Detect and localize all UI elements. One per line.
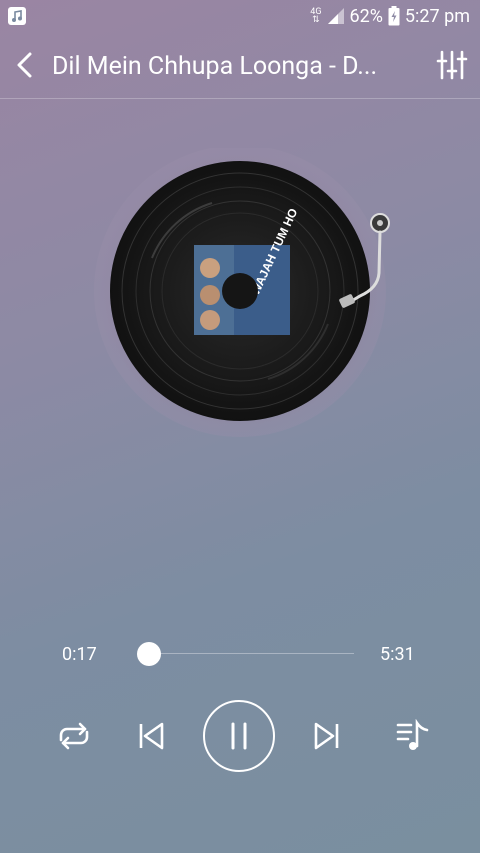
previous-icon xyxy=(139,722,164,750)
pause-button[interactable] xyxy=(203,700,275,772)
playlist-icon xyxy=(396,719,429,750)
next-icon xyxy=(314,722,339,750)
equalizer-button[interactable] xyxy=(436,49,468,81)
network-4g-icon: 4G ⇅ xyxy=(310,7,322,25)
song-title: Dil Mein Chhupa Loonga - D... xyxy=(52,52,378,81)
app-bar: Dil Mein Chhupa Loonga - D... xyxy=(0,32,480,99)
playlist-button[interactable] xyxy=(394,718,432,754)
repeat-icon xyxy=(59,722,89,750)
vinyl-disc: WAJAH TUM HO xyxy=(92,145,392,438)
pause-icon xyxy=(231,722,247,750)
repeat-button[interactable] xyxy=(54,720,94,752)
equalizer-icon xyxy=(436,50,468,80)
battery-percent: 62% xyxy=(349,5,383,27)
signal-icon xyxy=(327,8,344,24)
battery-icon xyxy=(388,6,400,26)
playback-controls xyxy=(0,700,480,772)
status-bar: 4G ⇅ 62% 5:27 pm xyxy=(0,0,480,32)
back-icon xyxy=(17,52,32,78)
progress-bar: 0:17 5:31 xyxy=(0,636,480,672)
seek-track[interactable] xyxy=(138,653,354,654)
music-app-icon xyxy=(8,7,26,25)
next-button[interactable] xyxy=(310,720,344,752)
seek-thumb[interactable] xyxy=(136,642,161,666)
elapsed-time: 0:17 xyxy=(62,644,97,665)
previous-button[interactable] xyxy=(134,720,168,752)
total-time: 5:31 xyxy=(380,644,415,665)
clock: 5:27 pm xyxy=(404,5,470,27)
back-button[interactable] xyxy=(10,50,40,80)
